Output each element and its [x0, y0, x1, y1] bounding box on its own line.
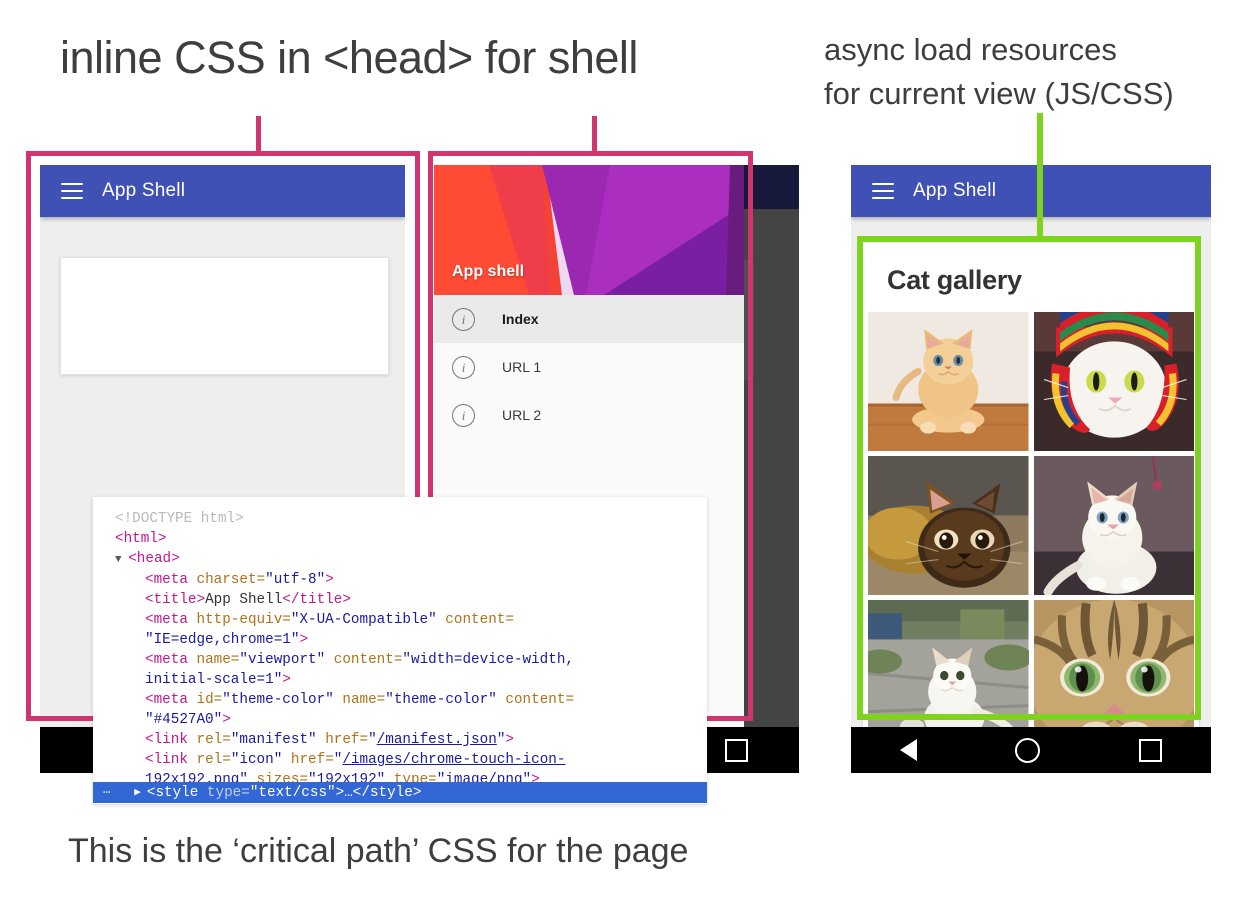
code-token-tag: <meta: [145, 652, 196, 668]
code-token-doctype: <!DOCTYPE html>: [115, 511, 244, 527]
code-line: <link rel="icon" href="/images/chrome-to…: [93, 750, 707, 770]
code-token-attr: content=: [437, 612, 514, 628]
recents-square-icon[interactable]: [1139, 739, 1162, 762]
expand-caret-icon[interactable]: ▶: [134, 783, 141, 803]
home-circle-icon[interactable]: [1015, 738, 1040, 763]
code-token-attr: charset=: [196, 572, 265, 588]
code-token-attr: http-equiv=: [196, 612, 290, 628]
slide-canvas: inline CSS in <head> for shell async loa…: [0, 0, 1249, 923]
code-token-attr: id=: [196, 692, 222, 708]
code-line: <meta name="viewport" content="width=dev…: [93, 650, 707, 670]
code-token-attr: name=: [196, 652, 239, 668]
code-token-tag: <head>: [128, 551, 179, 567]
code-line: <html>: [93, 529, 707, 549]
style-tag-close: >…</style>: [336, 785, 422, 801]
code-token-val: "#4527A0": [145, 712, 222, 728]
devtools-code-lines: <!DOCTYPE html><html>▼ <head><meta chars…: [93, 497, 707, 790]
code-token-tag: <html>: [115, 531, 166, 547]
code-token-val: "utf-8": [265, 572, 325, 588]
code-token-attr: name=: [334, 692, 385, 708]
code-token-attr: href=: [317, 732, 368, 748]
pink-connector-right: [592, 116, 597, 156]
code-token-attr: href=: [282, 752, 333, 768]
style-tag-open: <style: [147, 785, 207, 801]
code-token-tag: >: [299, 632, 308, 648]
ellipsis-icon[interactable]: ⋯: [103, 783, 112, 803]
appbar-title-right: App Shell: [913, 180, 996, 202]
heading-async-load-line2: for current view (JS/CSS): [824, 72, 1244, 116]
caption-critical-path: This is the ‘critical path’ CSS for the …: [68, 832, 888, 871]
code-token-tag: >: [505, 732, 514, 748]
navbar-right: [851, 727, 1211, 773]
code-token-val: "IE=edge,chrome=1": [145, 632, 299, 648]
code-token-attr: rel=: [196, 752, 230, 768]
recents-square-icon[interactable]: [725, 739, 748, 762]
code-line: <meta id="theme-color" name="theme-color…: [93, 690, 707, 710]
green-outline-gallery: [857, 236, 1201, 720]
code-token-val: initial-scale=1": [145, 672, 282, 688]
code-token-val: "theme-color": [222, 692, 334, 708]
code-token-link[interactable]: /manifest.json: [377, 732, 497, 748]
code-token-val: "icon": [231, 752, 282, 768]
code-token-tag: <link: [145, 732, 196, 748]
code-line: <meta charset="utf-8">: [93, 570, 707, 590]
code-token-val: "X-UA-Compatible": [291, 612, 437, 628]
style-attr-value: "text/css": [250, 785, 336, 801]
appbar-right: App Shell: [851, 165, 1211, 217]
devtools-selected-node[interactable]: ⋯ ▶ <style type="text/css">…</style>: [93, 782, 707, 803]
code-token-tag: <meta: [145, 572, 196, 588]
code-token-tag: >: [222, 712, 231, 728]
code-token-tag: >: [325, 572, 334, 588]
code-line: <title>App Shell</title>: [93, 590, 707, 610]
green-connector: [1037, 113, 1043, 241]
code-token-attr: content=: [325, 652, 402, 668]
back-triangle-icon[interactable]: [900, 739, 917, 761]
code-token-tag: <meta: [145, 692, 196, 708]
code-line: "IE=edge,chrome=1">: [93, 630, 707, 650]
code-token-text: App Shell: [205, 592, 282, 608]
code-token-val: ": [368, 732, 377, 748]
code-token-attr: rel=: [196, 732, 230, 748]
code-token-tag: <title>: [145, 592, 205, 608]
code-line: <link rel="manifest" href="/manifest.jso…: [93, 730, 707, 750]
code-token-link[interactable]: /images/chrome-touch-icon-: [342, 752, 565, 768]
code-token-tag: <meta: [145, 612, 196, 628]
code-token-val: "theme-color": [385, 692, 497, 708]
hamburger-icon[interactable]: [872, 183, 894, 199]
code-line: <!DOCTYPE html>: [93, 509, 707, 529]
code-line: <meta http-equiv="X-UA-Compatible" conte…: [93, 610, 707, 630]
style-attr-name: type=: [207, 785, 250, 801]
code-token-val: "manifest": [231, 732, 317, 748]
heading-inline-css: inline CSS in <head> for shell: [60, 32, 820, 84]
code-token-tag: >: [282, 672, 291, 688]
code-token-val: "viewport": [239, 652, 325, 668]
code-token-val: "width=device-width,: [402, 652, 574, 668]
code-token-arrow: ▼: [115, 554, 128, 566]
selected-node-code: <style type="text/css">…</style>: [147, 783, 422, 803]
code-line: ▼ <head>: [93, 549, 707, 570]
code-token-tag: </title>: [282, 592, 351, 608]
devtools-elements-panel[interactable]: <!DOCTYPE html><html>▼ <head><meta chars…: [93, 497, 707, 804]
heading-async-load: async load resources for current view (J…: [824, 28, 1244, 116]
pink-connector-left: [256, 116, 261, 156]
heading-async-load-line1: async load resources: [824, 28, 1244, 72]
code-token-tag: <link: [145, 752, 196, 768]
code-token-attr: content=: [497, 692, 574, 708]
code-line: "#4527A0">: [93, 710, 707, 730]
code-line: initial-scale=1">: [93, 670, 707, 690]
